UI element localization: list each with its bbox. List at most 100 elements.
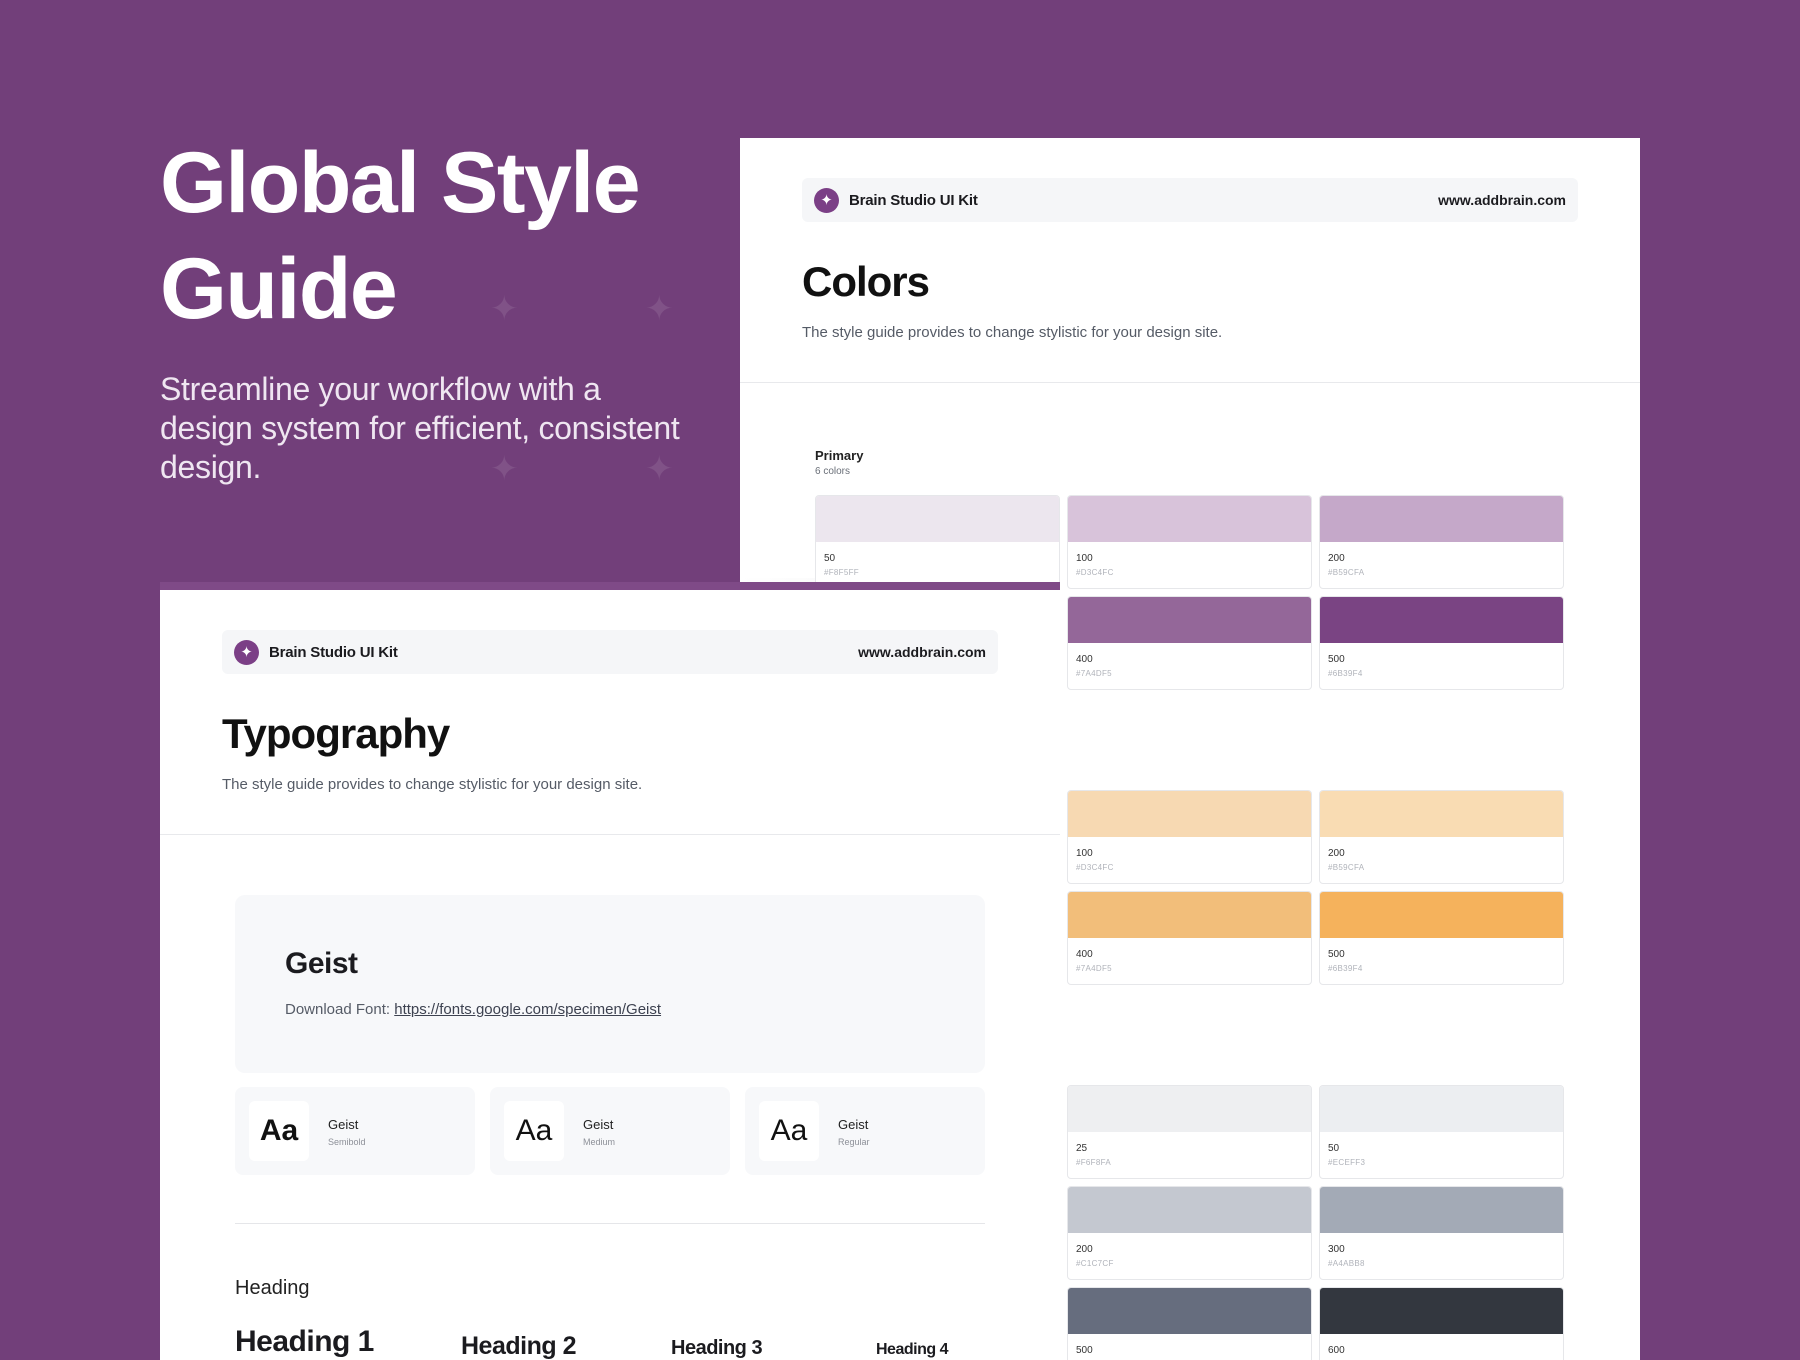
swatch-hex: #D3C4FC (1076, 863, 1114, 872)
color-swatch[interactable]: 400 #7A4DF5 (1067, 891, 1312, 985)
weight-style: Semibold (328, 1137, 366, 1147)
color-swatch[interactable]: 100 #D3C4FC (1067, 790, 1312, 884)
font-panel: Geist Download Font: https://fonts.googl… (235, 895, 985, 1073)
hero-subtitle: Streamline your workflow with a design s… (160, 371, 680, 485)
color-swatch[interactable]: 100 #D3C4FC (1067, 495, 1312, 589)
color-swatch[interactable]: 500 #6B39F4 (1319, 891, 1564, 985)
page-description: The style guide provides to change styli… (802, 324, 1223, 341)
swatch-name: 200 (1076, 1244, 1093, 1255)
swatch-color (1320, 1288, 1563, 1334)
swatch-name: 400 (1076, 654, 1093, 665)
heading-4-sample: Heading 4 (876, 1341, 948, 1358)
swatch-color (1320, 1187, 1563, 1233)
font-download: Download Font: https://fonts.google.com/… (285, 1001, 661, 1018)
font-sample: Aa (504, 1101, 564, 1161)
swatch-color (1320, 496, 1563, 542)
swatch-color (1068, 892, 1311, 938)
swatch-hex: #A4ABB8 (1328, 1259, 1365, 1268)
page-description: The style guide provides to change styli… (222, 776, 643, 793)
font-name: Geist (285, 947, 358, 980)
swatch-color (1068, 1187, 1311, 1233)
swatch-name: 50 (1328, 1143, 1340, 1154)
color-swatch[interactable]: 25 #F6F8FA (1067, 1085, 1312, 1179)
color-swatch[interactable]: 200 #B59CFA (1319, 790, 1564, 884)
hero: Global Style Guide Streamline your workf… (160, 130, 680, 487)
swatch-hex: #B59CFA (1328, 568, 1365, 577)
heading-2-sample: Heading 2 (461, 1332, 576, 1360)
download-link[interactable]: https://fonts.google.com/specimen/Geist (394, 1001, 661, 1018)
swatch-name: 500 (1076, 1345, 1093, 1356)
swatch-hex: #7A4DF5 (1076, 669, 1112, 678)
heading-3-sample: Heading 3 (671, 1337, 763, 1359)
brand-name: Brain Studio UI Kit (849, 191, 978, 209)
weight-style: Medium (583, 1137, 616, 1147)
download-label: Download Font: (285, 1001, 391, 1018)
swatch-color (1068, 791, 1311, 837)
card-header: ✦ Brain Studio UI Kit www.addbrain.com (802, 178, 1578, 222)
color-swatch[interactable]: 400 #7A4DF5 (1067, 596, 1312, 690)
brand[interactable]: ✦ Brain Studio UI Kit (814, 187, 978, 213)
swatch-name: 500 (1328, 654, 1345, 665)
divider (740, 382, 1640, 383)
weight-font-name: Geist (838, 1117, 869, 1132)
weight-font-name: Geist (583, 1117, 614, 1132)
color-swatch[interactable]: 200 #B59CFA (1319, 495, 1564, 589)
swatch-name: 100 (1076, 848, 1093, 859)
swatch-hex: #D3C4FC (1076, 568, 1114, 577)
weight-style: Regular (838, 1137, 870, 1147)
page-title: Typography (222, 710, 450, 757)
swatch-name: 300 (1328, 1244, 1345, 1255)
divider (160, 834, 1060, 835)
divider (235, 1223, 985, 1224)
swatch-name: 400 (1076, 949, 1093, 960)
color-swatch[interactable]: 300 #A4ABB8 (1319, 1186, 1564, 1280)
swatch-hex: #F8F5FF (824, 568, 859, 577)
typography-card: ✦ Brain Studio UI Kit www.addbrain.com T… (160, 590, 1060, 1360)
swatch-hex: #6B39F4 (1328, 964, 1363, 973)
brand[interactable]: ✦ Brain Studio UI Kit (234, 639, 398, 665)
swatch-color (1320, 597, 1563, 643)
swatch-color (1068, 597, 1311, 643)
swatch-name: 200 (1328, 848, 1345, 859)
swatch-color (1320, 892, 1563, 938)
swatch-hex: #F6F8FA (1076, 1158, 1112, 1167)
swatch-name: 50 (824, 553, 836, 564)
swatch-color (1320, 791, 1563, 837)
color-swatch[interactable]: 50 #F8F5FF (815, 495, 1060, 589)
color-swatch[interactable]: 500 #6B39F4 (1319, 596, 1564, 690)
hero-title: Global Style Guide (160, 135, 641, 337)
brand-name: Brain Studio UI Kit (269, 643, 398, 661)
font-sample: Aa (249, 1101, 309, 1161)
heading-section-label: Heading (235, 1277, 310, 1299)
swatch-hex: #7A4DF5 (1076, 964, 1112, 973)
sparkle-icon: ✦ (814, 187, 839, 213)
swatch-hex: #ECEFF3 (1328, 1158, 1366, 1167)
font-sample: Aa (759, 1101, 819, 1161)
card-header: ✦ Brain Studio UI Kit www.addbrain.com (222, 630, 998, 674)
color-swatch[interactable]: 200 #C1C7CF (1067, 1186, 1312, 1280)
group-count: 6 colors (815, 466, 851, 477)
font-weight-card: Aa Geist Semibold (235, 1087, 475, 1175)
site-url-link[interactable]: www.addbrain.com (858, 644, 986, 660)
font-weight-card: Aa Geist Regular (745, 1087, 985, 1175)
group-title: Primary (815, 448, 864, 463)
color-swatch[interactable]: 500 (1067, 1287, 1312, 1360)
color-swatch[interactable]: 600 (1319, 1287, 1564, 1360)
swatch-hex: #C1C7CF (1076, 1259, 1114, 1268)
swatch-name: 600 (1328, 1345, 1345, 1356)
swatch-color (816, 496, 1059, 542)
swatch-color (1068, 1086, 1311, 1132)
swatch-name: 100 (1076, 553, 1093, 564)
swatch-hex: #B59CFA (1328, 863, 1365, 872)
swatch-name: 200 (1328, 553, 1345, 564)
swatch-name: 25 (1076, 1143, 1088, 1154)
weight-font-name: Geist (328, 1117, 359, 1132)
swatch-color (1068, 1288, 1311, 1334)
page-title: Colors (802, 258, 930, 305)
swatch-color (1320, 1086, 1563, 1132)
heading-1-sample: Heading 1 (235, 1325, 374, 1358)
swatch-hex: #6B39F4 (1328, 669, 1363, 678)
sparkle-icon: ✦ (234, 639, 259, 665)
site-url-link[interactable]: www.addbrain.com (1438, 192, 1566, 208)
color-swatch[interactable]: 50 #ECEFF3 (1319, 1085, 1564, 1179)
